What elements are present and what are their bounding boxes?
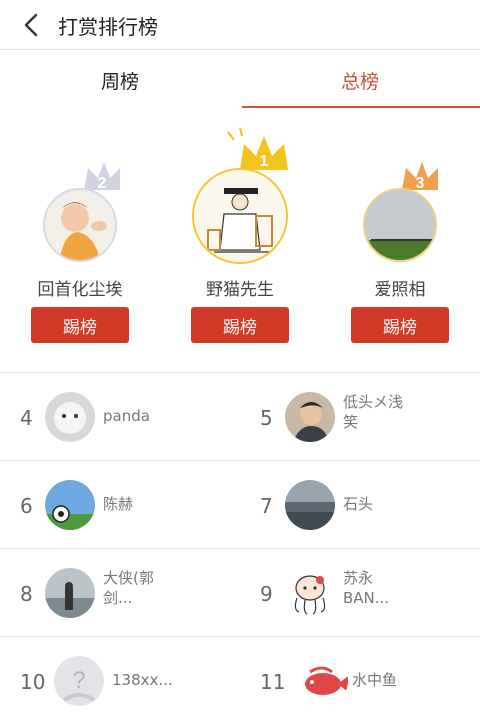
podium: 2 回首化尘埃 踢榜 1 野猫先生 踢榜 3 爱照相 踢榜 bbox=[0, 110, 480, 372]
kick-button[interactable]: 踢榜 bbox=[191, 307, 289, 343]
avatar bbox=[45, 392, 95, 442]
rank-number: 9 bbox=[260, 582, 273, 606]
avatar bbox=[298, 656, 348, 706]
podium-name: 回首化尘埃 bbox=[37, 280, 123, 300]
rank-number: 5 bbox=[260, 406, 273, 430]
avatar bbox=[285, 392, 335, 442]
podium-item-rank-2: 2 回首化尘埃 踢榜 bbox=[0, 110, 160, 372]
avatar bbox=[285, 480, 335, 530]
list-item[interactable]: 9 苏永 BAN... bbox=[240, 550, 480, 638]
rank-number: 11 bbox=[260, 670, 286, 694]
user-name: 水中鱼 bbox=[352, 671, 398, 689]
avatar[interactable] bbox=[363, 188, 437, 262]
chevron-left-icon bbox=[24, 13, 38, 37]
kick-button[interactable]: 踢榜 bbox=[31, 307, 129, 343]
user-name: 苏永 BAN... bbox=[343, 569, 390, 607]
list-item[interactable]: 6 陈赫 bbox=[0, 462, 240, 550]
rank-number: 10 bbox=[20, 670, 46, 694]
header-bar: 打赏排行榜 bbox=[0, 0, 480, 50]
divider bbox=[0, 460, 480, 461]
user-name: panda bbox=[103, 407, 150, 425]
tab-overall[interactable]: 总榜 bbox=[240, 52, 480, 108]
active-tab-indicator bbox=[242, 106, 480, 108]
avatar bbox=[285, 568, 335, 618]
user-name: 低头メ浅笑 bbox=[343, 393, 404, 431]
divider bbox=[0, 636, 480, 637]
tab-weekly[interactable]: 周榜 bbox=[0, 52, 240, 108]
rank-number: 4 bbox=[20, 406, 33, 430]
list-item[interactable]: 10 ? 138xx... bbox=[0, 638, 240, 712]
user-name: 陈赫 bbox=[103, 495, 134, 513]
page-title: 打赏排行榜 bbox=[58, 15, 158, 39]
tab-bar: 周榜 总榜 bbox=[0, 52, 480, 108]
list-item[interactable]: 4 panda bbox=[0, 374, 240, 462]
podium-item-rank-1: 1 野猫先生 踢榜 bbox=[160, 110, 320, 372]
svg-text:3: 3 bbox=[416, 175, 425, 192]
list-item[interactable]: 7 石头 bbox=[240, 462, 480, 550]
avatar[interactable] bbox=[192, 168, 288, 264]
user-name: 石头 bbox=[343, 495, 374, 513]
divider bbox=[0, 372, 480, 373]
user-name: 138xx... bbox=[112, 671, 173, 689]
divider bbox=[0, 548, 480, 549]
podium-name: 爱照相 bbox=[374, 280, 426, 300]
avatar bbox=[45, 480, 95, 530]
rank-number: 7 bbox=[260, 494, 273, 518]
avatar bbox=[45, 568, 95, 618]
svg-text:1: 1 bbox=[260, 153, 269, 170]
svg-text:2: 2 bbox=[98, 175, 107, 192]
back-button[interactable] bbox=[16, 10, 46, 40]
list-item[interactable]: 5 低头メ浅笑 bbox=[240, 374, 480, 462]
podium-item-rank-3: 3 爱照相 踢榜 bbox=[320, 110, 480, 372]
rank-number: 6 bbox=[20, 494, 33, 518]
list-item[interactable]: 11 水中鱼 bbox=[240, 638, 480, 712]
svg-text:?: ? bbox=[72, 667, 85, 694]
podium-name: 野猫先生 bbox=[206, 280, 274, 300]
rank-number: 8 bbox=[20, 582, 33, 606]
avatar: ? bbox=[54, 656, 104, 706]
avatar[interactable] bbox=[43, 188, 117, 262]
user-name: 大侠(郭 剑... bbox=[103, 569, 154, 607]
kick-button[interactable]: 踢榜 bbox=[351, 307, 449, 343]
list-item[interactable]: 8 大侠(郭 剑... bbox=[0, 550, 240, 638]
